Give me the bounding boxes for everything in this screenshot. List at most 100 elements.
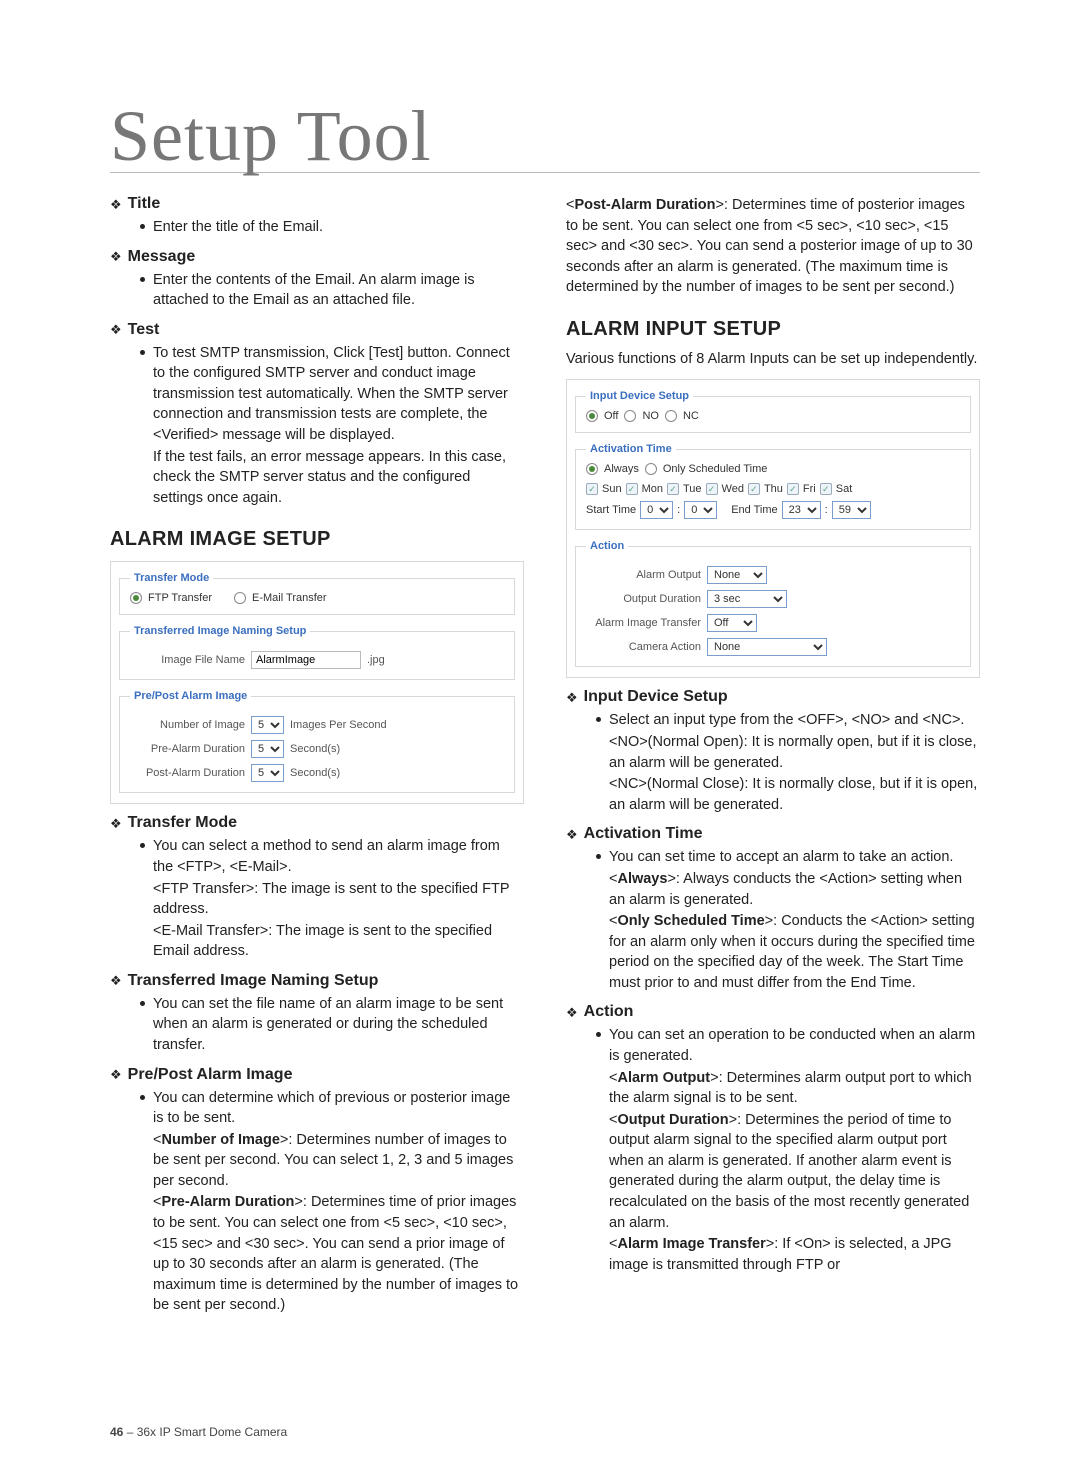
day-tue-label: Tue <box>683 483 702 495</box>
ftp-transfer-desc: <FTP Transfer>: The image is sent to the… <box>110 879 524 920</box>
day-sat-check[interactable] <box>820 483 832 495</box>
start-min-select[interactable]: 0 <box>684 501 717 519</box>
number-of-image-select[interactable]: 5 <box>251 716 284 734</box>
day-sun-check[interactable] <box>586 483 598 495</box>
alarm-output-select[interactable]: None <box>707 566 767 584</box>
input-nc-label: NC <box>683 410 699 422</box>
bullet-test: To test SMTP transmission, Click [Test] … <box>110 343 524 446</box>
pre-alarm-duration-label: Pre-Alarm Duration <box>130 743 245 755</box>
nc-desc: <NC>(Normal Close): It is normally close… <box>566 774 980 815</box>
time-sep: : <box>677 504 680 516</box>
test-continuation: If the test fails, an error message appe… <box>110 447 524 509</box>
scheduled-desc: <Only Scheduled Time>: Conducts the <Act… <box>566 911 980 993</box>
action-legend: Action <box>586 540 628 552</box>
bullet-tins: You can set the file name of an alarm im… <box>110 994 524 1056</box>
day-fri-check[interactable] <box>787 483 799 495</box>
alarm-output-desc: <Alarm Output>: Determines alarm output … <box>566 1068 980 1109</box>
end-hour-select[interactable]: 23 <box>782 501 821 519</box>
action-fieldset: Action Alarm Output None Output Duration… <box>575 540 971 667</box>
pre-alarm-unit: Second(s) <box>290 743 340 755</box>
subheading-action-label: Action <box>584 1003 634 1021</box>
day-thu-check[interactable] <box>748 483 760 495</box>
image-file-name-label: Image File Name <box>130 654 245 666</box>
bullet-icon <box>140 350 145 355</box>
subheading-tins: ❖ Transferred Image Naming Setup <box>110 972 524 990</box>
alarm-image-transfer-select[interactable]: Off <box>707 614 757 632</box>
page-title: Setup Tool <box>110 100 980 173</box>
bullet-transfer-mode-text: You can select a method to send an alarm… <box>153 836 524 877</box>
end-time-label: End Time <box>731 504 777 516</box>
bullet-transfer-mode: You can select a method to send an alarm… <box>110 836 524 877</box>
bullet-ppai-text: You can determine which of previous or p… <box>153 1088 524 1129</box>
diamond-icon: ❖ <box>110 1068 122 1081</box>
left-column: ❖ Title Enter the title of the Email. ❖ … <box>110 185 524 1316</box>
bullet-icon <box>140 277 145 282</box>
end-min-select[interactable]: 59 <box>832 501 871 519</box>
input-off-label: Off <box>604 410 618 422</box>
subheading-ppai: ❖ Pre/Post Alarm Image <box>110 1066 524 1084</box>
output-duration-select[interactable]: 3 sec <box>707 590 787 608</box>
product-name: 36x IP Smart Dome Camera <box>137 1425 288 1439</box>
number-of-image-desc: <Number of Image>: Determines number of … <box>110 1130 524 1192</box>
diamond-icon: ❖ <box>566 828 578 841</box>
bullet-tins-text: You can set the file name of an alarm im… <box>153 994 524 1056</box>
alarm-image-transfer-desc: <Alarm Image Transfer>: If <On> is selec… <box>566 1234 980 1275</box>
bullet-ids: Select an input type from the <OFF>, <NO… <box>566 710 980 731</box>
ftp-transfer-radio[interactable] <box>130 592 142 604</box>
camera-action-select[interactable]: None <box>707 638 827 656</box>
day-mon-check[interactable] <box>626 483 638 495</box>
bullet-action-text: You can set an operation to be conducted… <box>609 1025 980 1066</box>
start-hour-select[interactable]: 0 <box>640 501 673 519</box>
document-page: Setup Tool ❖ Title Enter the title of th… <box>0 0 1080 1479</box>
page-footer: 46 – 36x IP Smart Dome Camera <box>110 1425 287 1439</box>
always-radio[interactable] <box>586 463 598 475</box>
input-nc-radio[interactable] <box>665 410 677 422</box>
subheading-title-label: Title <box>128 195 161 213</box>
diamond-icon: ❖ <box>110 817 122 830</box>
subheading-action: ❖ Action <box>566 1003 980 1021</box>
prepost-legend: Pre/Post Alarm Image <box>130 690 251 702</box>
right-column: <Post-Alarm Duration>: Determines time o… <box>566 185 980 1316</box>
section-alarm-image-setup: ALARM IMAGE SETUP <box>110 528 524 551</box>
subheading-test-label: Test <box>128 321 160 339</box>
section-alarm-input-setup: ALARM INPUT SETUP <box>566 318 980 341</box>
email-transfer-radio[interactable] <box>234 592 246 604</box>
bullet-ids-text: Select an input type from the <OFF>, <NO… <box>609 710 964 731</box>
image-file-name-input[interactable] <box>251 651 361 669</box>
scheduled-time-radio[interactable] <box>645 463 657 475</box>
post-alarm-duration-select[interactable]: 5 <box>251 764 284 782</box>
output-duration-label: Output Duration <box>586 593 701 605</box>
subheading-ppai-label: Pre/Post Alarm Image <box>128 1066 293 1084</box>
naming-setup-fieldset: Transferred Image Naming Setup Image Fil… <box>119 625 515 680</box>
day-tue-check[interactable] <box>667 483 679 495</box>
day-sun-label: Sun <box>602 483 622 495</box>
day-wed-check[interactable] <box>706 483 718 495</box>
day-fri-label: Fri <box>803 483 816 495</box>
alarm-output-label: Alarm Output <box>586 569 701 581</box>
input-off-radio[interactable] <box>586 410 598 422</box>
diamond-icon: ❖ <box>110 974 122 987</box>
input-no-radio[interactable] <box>624 410 636 422</box>
email-transfer-desc: <E-Mail Transfer>: The image is sent to … <box>110 921 524 962</box>
subheading-ids: ❖ Input Device Setup <box>566 688 980 706</box>
always-desc: <Always>: Always conducts the <Action> s… <box>566 869 980 910</box>
pre-alarm-duration-desc: <Pre-Alarm Duration>: Determines time of… <box>110 1192 524 1315</box>
bullet-ppai: You can determine which of previous or p… <box>110 1088 524 1129</box>
bullet-icon <box>596 1032 601 1037</box>
bullet-message-text: Enter the contents of the Email. An alar… <box>153 270 524 311</box>
bullet-icon <box>140 843 145 848</box>
bullet-action: You can set an operation to be conducted… <box>566 1025 980 1066</box>
bullet-at: You can set time to accept an alarm to t… <box>566 847 980 868</box>
bullet-message: Enter the contents of the Email. An alar… <box>110 270 524 311</box>
input-no-label: NO <box>642 410 659 422</box>
subheading-at: ❖ Activation Time <box>566 825 980 843</box>
footer-sep: – <box>123 1425 136 1439</box>
always-label: Always <box>604 463 639 475</box>
pre-alarm-duration-select[interactable]: 5 <box>251 740 284 758</box>
number-of-image-label: Number of Image <box>130 719 245 731</box>
naming-setup-legend: Transferred Image Naming Setup <box>130 625 310 637</box>
alarm-input-setup-panel: Input Device Setup Off NO NC Activation … <box>566 379 980 678</box>
ftp-transfer-label: FTP Transfer <box>148 592 212 604</box>
input-device-setup-legend: Input Device Setup <box>586 390 693 402</box>
subheading-message-label: Message <box>128 248 196 266</box>
